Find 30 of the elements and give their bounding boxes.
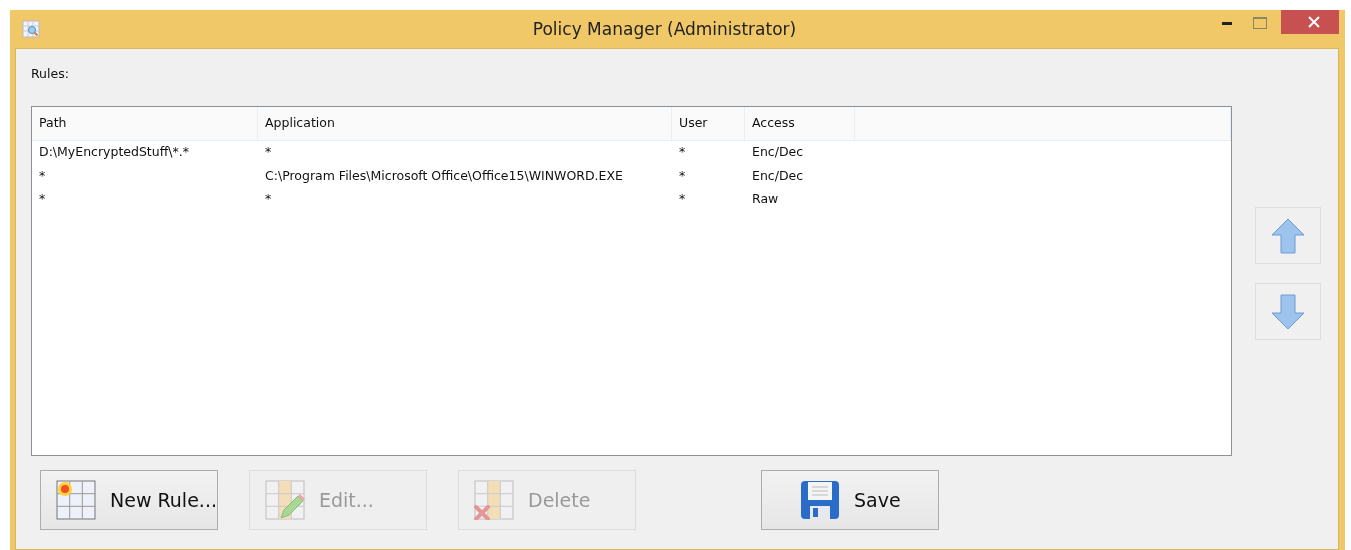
table-cell-text: Enc/Dec (751, 166, 805, 185)
column-header[interactable]: Access (745, 107, 855, 141)
rules-label: Rules: (31, 66, 70, 82)
close-icon (1307, 16, 1320, 28)
close-button[interactable] (1281, 10, 1339, 34)
table-cell-text: * (678, 143, 687, 161)
move-up-button[interactable] (1255, 207, 1321, 264)
table-cell-text: Enc/Dec (751, 143, 805, 161)
table-cell-text: * (678, 190, 687, 208)
save-button[interactable]: Save (761, 470, 939, 530)
table-cell-text: * (38, 190, 47, 208)
pencil-grid-icon (265, 480, 305, 520)
table-cell-text: Raw (751, 190, 780, 208)
up-arrow-icon (1269, 216, 1307, 255)
column-header[interactable]: Path (32, 107, 258, 141)
delete-grid-icon (474, 480, 514, 520)
down-arrow-icon (1269, 292, 1307, 331)
table-cell-text: * (264, 143, 273, 161)
app-icon (22, 20, 40, 38)
move-down-button[interactable] (1255, 283, 1321, 340)
column-header[interactable]: Application (258, 107, 672, 141)
table-cell-text: D:\MyEncryptedStuff\*.* (38, 143, 190, 161)
column-header[interactable]: User (672, 107, 745, 141)
table-cell-text: * (38, 166, 47, 185)
grid-icon (56, 480, 96, 520)
table-cell-text: * (264, 190, 273, 208)
window-title: Policy Manager (Administrator) (532, 19, 797, 39)
table-cell-text: C:\Program Files\Microsoft Office\Office15\WINWORD.EXE (264, 166, 624, 185)
table-cell-text: * (678, 166, 687, 185)
new-rule-button[interactable]: New Rule... (40, 470, 218, 530)
